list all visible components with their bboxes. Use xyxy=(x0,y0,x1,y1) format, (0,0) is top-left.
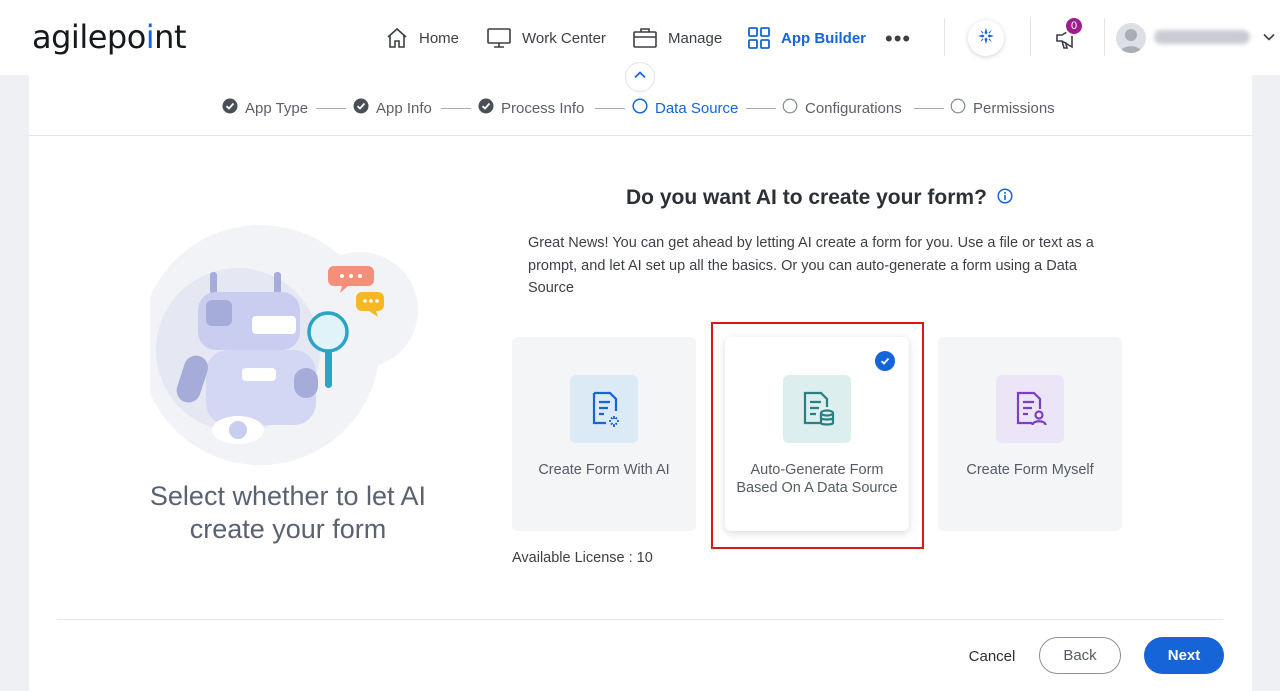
robot-with-magnifier-icon xyxy=(140,200,430,470)
step-connector xyxy=(316,108,346,109)
step-label: App Type xyxy=(245,99,309,117)
nav-home-label: Home xyxy=(419,29,460,47)
option-auto-generate-from-data-source[interactable]: Auto-Generate Form Based On A Data Sourc… xyxy=(725,337,909,531)
divider xyxy=(1030,18,1031,56)
step-label: App Info xyxy=(376,99,432,117)
nav-work-center[interactable]: Work Center xyxy=(486,22,606,54)
ai-assistant-button[interactable] xyxy=(968,20,1004,56)
agilepoint-logo[interactable]: agilepoint xyxy=(32,18,186,56)
step-app-info[interactable]: App Info xyxy=(353,98,432,118)
database-form-icon xyxy=(783,375,851,443)
back-button[interactable]: Back xyxy=(1039,637,1121,674)
available-license: Available License : 10 xyxy=(512,550,653,566)
user-form-icon xyxy=(996,375,1064,443)
step-permissions[interactable]: Permissions xyxy=(950,98,1055,118)
current-step-circle-icon xyxy=(632,98,648,118)
step-label: Process Info xyxy=(501,99,585,117)
intro-text: Great News! You can get ahead by letting… xyxy=(528,235,1094,296)
step-data-source[interactable]: Data Source xyxy=(632,98,738,118)
selected-check-icon xyxy=(875,351,895,371)
user-name-blurred[interactable] xyxy=(1154,30,1250,44)
briefcase-icon xyxy=(632,26,658,50)
more-menu-icon[interactable]: ••• xyxy=(885,26,911,52)
page-title: Do you want AI to create your form? xyxy=(626,186,1013,210)
divider xyxy=(29,135,1252,136)
option-create-form-myself[interactable]: Create Form Myself xyxy=(938,337,1122,531)
pending-step-circle-icon xyxy=(950,98,966,118)
step-connector xyxy=(914,108,944,109)
step-label: Configurations xyxy=(805,99,902,117)
nav-manage-label: Manage xyxy=(668,29,723,47)
next-button[interactable]: Next xyxy=(1144,637,1224,674)
check-circle-icon xyxy=(353,98,369,118)
step-connector xyxy=(441,108,471,109)
pending-step-circle-icon xyxy=(782,98,798,118)
chevron-up-icon xyxy=(633,68,647,87)
step-connector xyxy=(595,108,625,109)
check-circle-icon xyxy=(222,98,238,118)
ai-form-icon xyxy=(570,375,638,443)
nav-home[interactable]: Home xyxy=(385,22,459,54)
info-icon[interactable] xyxy=(997,186,1013,210)
grid-icon xyxy=(747,26,771,50)
user-avatar[interactable] xyxy=(1116,23,1146,53)
wizard-stepper: App Type App Info Process Info Data Sour… xyxy=(0,98,1280,120)
megaphone-icon xyxy=(1053,27,1081,56)
check-circle-icon xyxy=(478,98,494,118)
step-app-type[interactable]: App Type xyxy=(222,98,308,118)
step-configurations[interactable]: Configurations xyxy=(782,98,902,118)
left-caption: Select whether to let AI create your for… xyxy=(149,481,427,544)
step-label: Data Source xyxy=(655,99,739,117)
page-title-text: Do you want AI to create your form? xyxy=(626,186,987,209)
nav-app-builder[interactable]: App Builder xyxy=(747,22,866,54)
nav-app-builder-label: App Builder xyxy=(781,29,866,47)
option-label: Create Form With AI xyxy=(538,462,670,478)
cancel-button[interactable]: Cancel xyxy=(952,641,1032,671)
step-label: Permissions xyxy=(973,99,1055,117)
option-create-form-with-ai[interactable]: Create Form With AI xyxy=(512,337,696,531)
option-label: Create Form Myself xyxy=(966,462,1094,478)
chevron-down-icon[interactable] xyxy=(1262,30,1276,49)
divider xyxy=(1104,18,1105,56)
step-connector xyxy=(746,108,776,109)
ai-sparkle-icon xyxy=(976,26,996,51)
nav-work-center-label: Work Center xyxy=(522,29,606,47)
nav-manage[interactable]: Manage xyxy=(632,22,722,54)
step-process-info[interactable]: Process Info xyxy=(478,98,584,118)
divider xyxy=(57,619,1223,620)
monitor-icon xyxy=(486,26,512,50)
divider xyxy=(944,18,945,56)
option-label: Auto-Generate Form Based On A Data Sourc… xyxy=(736,462,898,496)
home-icon xyxy=(385,26,409,50)
collapse-header-button[interactable] xyxy=(625,62,655,92)
notification-badge: 0 xyxy=(1064,16,1084,36)
